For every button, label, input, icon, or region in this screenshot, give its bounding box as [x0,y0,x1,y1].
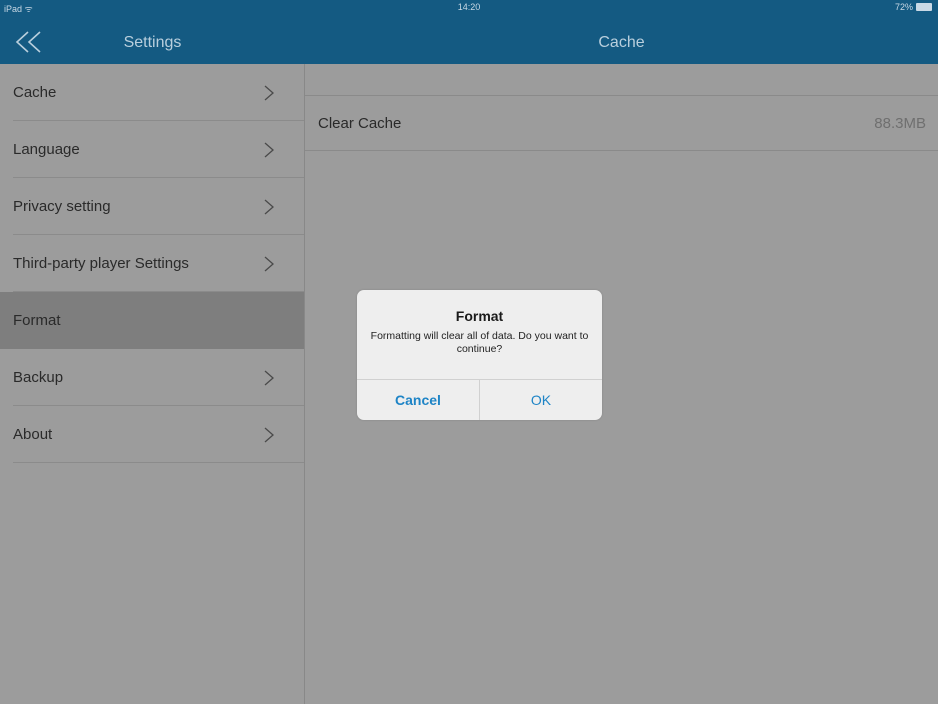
chevron-right-icon [264,427,274,442]
chevron-right-icon [264,85,274,100]
cache-size-value: 88.3MB [874,114,926,132]
page-title: Cache [598,34,645,51]
clear-cache-label: Clear Cache [318,114,402,132]
chevron-right-icon [264,370,274,385]
sidebar-item-third-party-player-settings[interactable]: Third-party player Settings [0,235,304,292]
sidebar-item-format[interactable]: Format [0,292,304,349]
dialog-title: Format [455,308,504,324]
dialog-message: Formatting will clear all of data. Do yo… [370,330,589,355]
clear-cache-row[interactable]: Clear Cache 88.3MB [305,96,938,151]
settings-title: Settings [123,34,182,51]
sidebar-item-about[interactable]: About [0,406,304,463]
ok-button[interactable]: OK [480,380,602,420]
sidebar-item-label: Privacy setting [13,198,111,215]
navigation-bar: iPad ᯤ 14:20 72% Settings Cache [0,0,938,64]
dialog-buttons: Cancel OK [357,379,602,420]
sidebar-item-language[interactable]: Language [0,121,304,178]
clock: 14:20 [457,2,481,12]
sidebar-item-label: Language [13,141,80,158]
sidebar-item-backup[interactable]: Backup [0,349,304,406]
battery-percent: 72% [894,2,913,12]
sidebar-item-cache[interactable]: Cache [0,64,304,121]
battery-indicator: 72% [895,2,932,12]
sidebar-item-label: Third-party player Settings [13,255,189,272]
sidebar-item-privacy-setting[interactable]: Privacy setting [0,178,304,235]
chevron-right-icon [264,256,274,271]
chevron-right-icon [264,199,274,214]
battery-icon [916,3,932,11]
sidebar-item-label: Cache [13,84,57,101]
section-spacer [305,64,938,96]
format-alert-dialog: Format Formatting will clear all of data… [357,290,602,420]
sidebar-item-label: About [13,426,53,443]
status-bar: iPad ᯤ 14:20 72% [0,0,938,14]
chevron-right-icon [264,142,274,157]
settings-sidebar: Cache Language Privacy setting Third-par… [0,64,305,704]
sidebar-item-label: Backup [13,369,64,386]
cancel-button[interactable]: Cancel [357,380,480,420]
sidebar-item-label: Format [13,312,61,329]
